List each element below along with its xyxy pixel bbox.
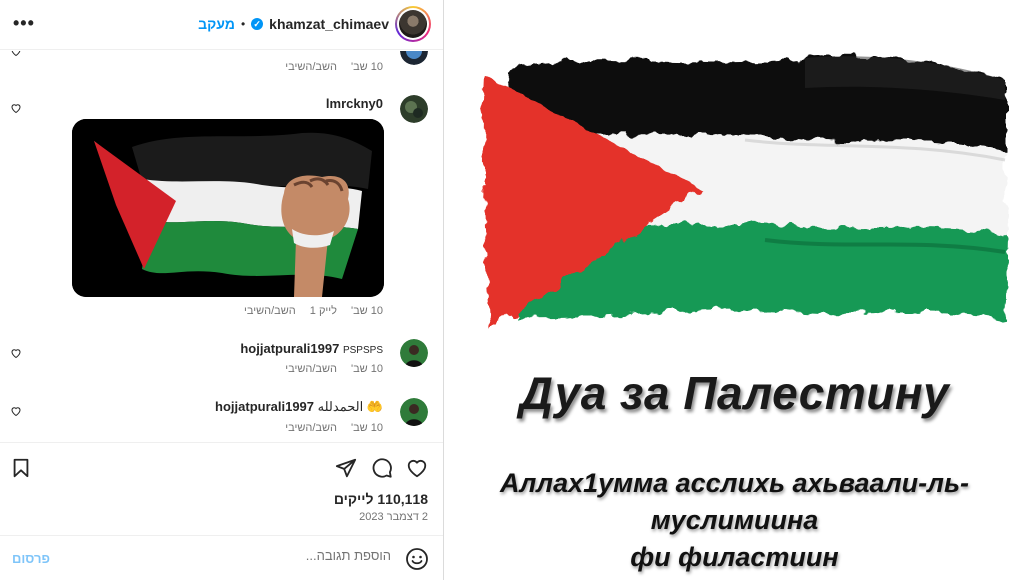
commenter-avatar[interactable] [400, 339, 428, 367]
like-comment-heart-icon[interactable] [10, 51, 22, 57]
post-comment-button[interactable]: פרסום [12, 551, 50, 566]
comment-text: PSPSPS [342, 345, 383, 356]
comment-meta: 10 שב' השב/השיבי [271, 422, 383, 434]
comments-list[interactable]: 10 שב' השב/השיבי lmrckny0 10 שב'לייק 1השב… [0, 51, 443, 441]
profile-avatar[interactable] [395, 6, 431, 42]
reply-button[interactable]: השב/השיבי [285, 422, 337, 434]
comment-time: 10 שב' [350, 363, 383, 375]
like-heart-icon[interactable] [406, 457, 428, 479]
avatar-photo [399, 10, 427, 38]
post-image-dua-line: муслимиина [650, 505, 819, 535]
comment-time: 10 שב' [350, 61, 383, 73]
comment-username-line: hojjatpurali1997 الحمدلله 🤲 [215, 399, 383, 415]
flag-fist-illustration [72, 119, 384, 297]
reply-button[interactable]: השב/השיבי [244, 305, 296, 317]
header-separator: • [240, 17, 246, 31]
reply-button[interactable]: השב/השיבי [285, 61, 337, 73]
post-image-dua-line: Аллах1умма асслихь ахьваали-ль- [500, 468, 969, 498]
commenter-avatar[interactable] [400, 95, 428, 123]
header-username[interactable]: khamzat_chimaev [269, 16, 389, 32]
comment-time: 10 שב' [350, 422, 383, 434]
likes-count[interactable]: 110,118 לייקים [334, 491, 428, 507]
comment-meta: 10 שב' השב/השיבי [271, 363, 383, 375]
post-image[interactable]: Дуа за Палестину Аллах1умма асслихь ахьв… [445, 0, 1024, 580]
comment-text: الحمدلله 🤲 [317, 399, 383, 414]
comment-username-line: hojjatpurali1997 PSPSPS [240, 341, 383, 356]
bookmark-icon[interactable] [10, 457, 32, 479]
post-actions: 110,118 לייקים 2 דצמבר 2023 פרסום [0, 442, 443, 580]
comment-meta: 10 שב' לייק 1 השב/השיבי [230, 305, 383, 317]
like-comment-heart-icon[interactable] [10, 347, 22, 359]
add-comment-input[interactable] [91, 548, 391, 563]
like-comment-heart-icon[interactable] [10, 405, 22, 417]
verified-badge-icon: ✓ [251, 18, 264, 30]
follow-button[interactable]: מעקב [198, 16, 235, 32]
commenter-avatar[interactable] [400, 51, 428, 65]
emoji-icon[interactable] [405, 547, 429, 571]
palestine-flag-graphic [482, 56, 1007, 330]
header-user-block: khamzat_chimaev ✓ • מעקב [198, 6, 431, 42]
commenter-avatar[interactable] [400, 398, 428, 426]
reply-button[interactable]: השב/השיבי [285, 363, 337, 375]
comments-pane: ••• khamzat_chimaev ✓ • מעקב 10 שב' השב/ה… [0, 0, 444, 580]
like-comment-heart-icon[interactable] [10, 102, 22, 114]
share-icon[interactable] [335, 457, 357, 479]
comment-meta: 10 שב' השב/השיבי [271, 61, 383, 73]
post-image-dua-line: фи филастиин [630, 542, 839, 572]
more-options-icon[interactable]: ••• [13, 13, 35, 34]
comment-username[interactable]: lmrckny0 [326, 96, 383, 111]
post-header: ••• khamzat_chimaev ✓ • מעקב [0, 0, 443, 50]
post-image-title: Дуа за Палестину [519, 367, 950, 419]
comment-time: 10 שב' [350, 305, 383, 317]
comment-username[interactable]: hojjatpurali1997 [240, 341, 339, 356]
comment-icon[interactable] [371, 457, 393, 479]
comment-attached-image[interactable] [72, 119, 384, 297]
comment-likes-count[interactable]: לייק 1 [310, 305, 337, 317]
comment-username[interactable]: hojjatpurali1997 [215, 399, 314, 414]
post-date[interactable]: 2 דצמבר 2023 [359, 511, 428, 523]
add-comment-bar: פרסום [0, 535, 443, 580]
